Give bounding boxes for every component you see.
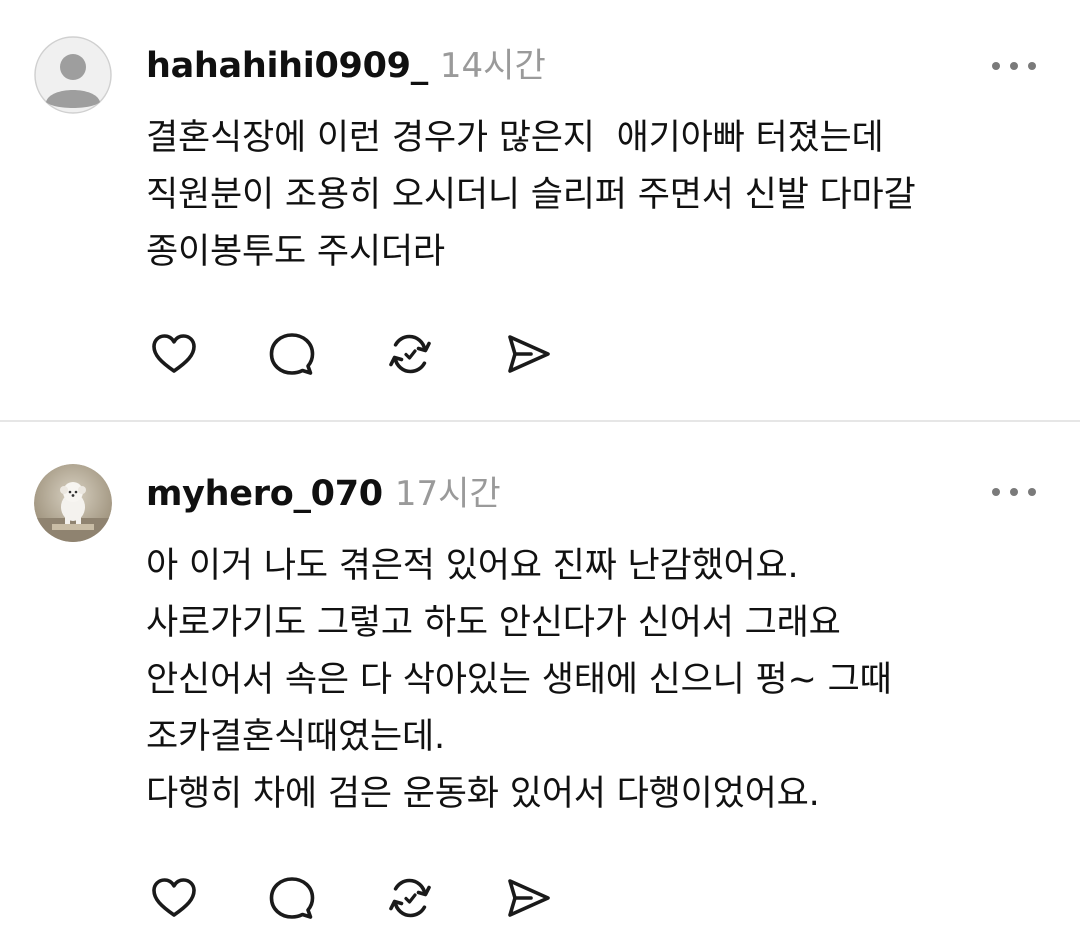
repost-button[interactable] bbox=[382, 326, 438, 382]
share-icon bbox=[508, 335, 550, 373]
timestamp: 17시간 bbox=[394, 474, 501, 514]
timestamp: 14시간 bbox=[439, 46, 546, 86]
heart-icon bbox=[152, 878, 196, 917]
post-text-line: 사로가기도 그렇고 하도 안신다가 신어서 그래요 bbox=[146, 603, 841, 643]
action-bar bbox=[146, 326, 618, 382]
dog-photo-avatar bbox=[34, 464, 112, 542]
avatar[interactable] bbox=[34, 464, 112, 542]
more-options-icon[interactable] bbox=[992, 482, 1036, 502]
heart-icon bbox=[152, 334, 196, 373]
share-button[interactable] bbox=[500, 870, 556, 926]
avatar[interactable] bbox=[34, 36, 112, 114]
post-item: myhero_070 17시간 아 이거 나도 겪은적 있어요 진짜 난감했어요… bbox=[0, 422, 1080, 946]
like-button[interactable] bbox=[146, 870, 202, 926]
post-text-line: 종이봉투도 주시더라 bbox=[146, 232, 445, 272]
username[interactable]: hahahihi0909_ bbox=[146, 46, 428, 86]
post-text: 아 이거 나도 겪은적 있어요 진짜 난감했어요. 사로가기도 그렇고 하도 안… bbox=[146, 538, 1046, 823]
repost-icon bbox=[389, 878, 431, 918]
more-options-icon[interactable] bbox=[992, 56, 1036, 76]
post-text-line: 결혼식장에 이런 경우가 많은지 애기아빠 터졌는데 bbox=[146, 118, 884, 158]
post-text-line: 아 이거 나도 겪은적 있어요 진짜 난감했어요. bbox=[146, 546, 799, 586]
post-text: 결혼식장에 이런 경우가 많은지 애기아빠 터졌는데 직원분이 조용히 오시더니… bbox=[146, 110, 1046, 281]
share-button[interactable] bbox=[500, 326, 556, 382]
repost-button[interactable] bbox=[382, 870, 438, 926]
username[interactable]: myhero_070 bbox=[146, 474, 383, 514]
post-header: myhero_070 17시간 bbox=[146, 466, 501, 526]
post-text-line: 직원분이 조용히 오시더니 슬리퍼 주면서 신발 다마갈 bbox=[146, 175, 916, 215]
post-item: hahahihi0909_ 14시간 결혼식장에 이런 경우가 많은지 애기아빠… bbox=[0, 0, 1080, 420]
post-text-line: 조카결혼식때였는데. bbox=[146, 717, 445, 757]
comment-icon bbox=[269, 333, 315, 375]
action-bar bbox=[146, 870, 618, 926]
default-profile-icon bbox=[34, 36, 112, 114]
comment-button[interactable] bbox=[264, 326, 320, 382]
post-header: hahahihi0909_ 14시간 bbox=[146, 38, 546, 98]
post-text-line: 안신어서 속은 다 삭아있는 생태에 신으니 펑~ 그때 bbox=[146, 660, 892, 700]
comment-icon bbox=[269, 877, 315, 919]
share-icon bbox=[508, 879, 550, 917]
comment-button[interactable] bbox=[264, 870, 320, 926]
post-text-line: 다행히 차에 검은 운동화 있어서 다행이었어요. bbox=[146, 774, 820, 814]
repost-icon bbox=[389, 334, 431, 374]
like-button[interactable] bbox=[146, 326, 202, 382]
